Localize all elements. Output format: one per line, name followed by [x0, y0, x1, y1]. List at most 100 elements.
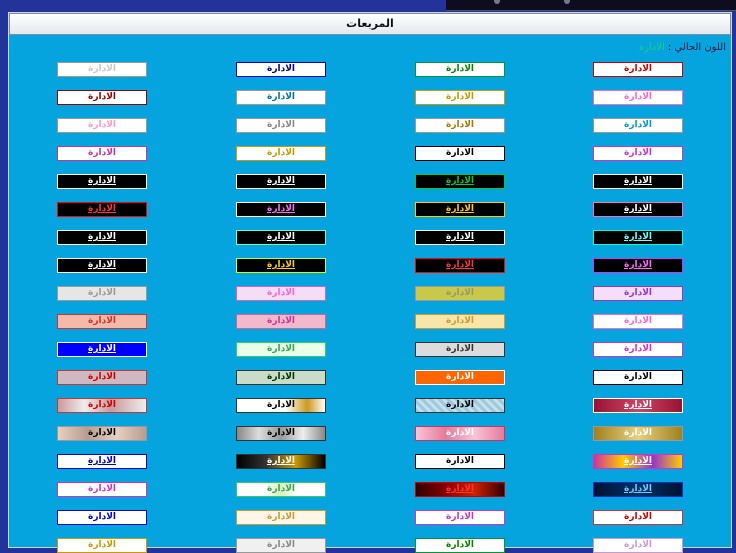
- style-box-r5-c3[interactable]: الادارة: [415, 174, 505, 189]
- style-box-r11-c1[interactable]: الادارة: [57, 342, 147, 357]
- style-box-label: الادارة: [624, 400, 652, 410]
- style-box-r3-c2[interactable]: الادارة: [236, 118, 326, 133]
- style-box-label: الادارة: [88, 456, 116, 466]
- style-box-label: الادارة: [88, 484, 116, 494]
- style-box-r15-c1[interactable]: الادارة: [57, 454, 147, 469]
- style-box-r11-c3[interactable]: الادارة: [415, 342, 505, 357]
- style-box-label: الادارة: [267, 288, 295, 298]
- style-box-r9-c3[interactable]: الادارة: [415, 286, 505, 301]
- style-box-r5-c2[interactable]: الادارة: [236, 174, 326, 189]
- style-box-r16-c3[interactable]: الادارة: [415, 482, 505, 497]
- style-box-r4-c1[interactable]: الادارة: [57, 146, 147, 161]
- style-box-label: الادارة: [624, 372, 652, 382]
- style-box-label: الادارة: [624, 120, 652, 130]
- style-box-r16-c1[interactable]: الادارة: [57, 482, 147, 497]
- style-box-label: الادارة: [88, 92, 116, 102]
- style-box-label: الادارة: [88, 288, 116, 298]
- style-box-r9-c1[interactable]: الادارة: [57, 286, 147, 301]
- style-box-r8-c3[interactable]: الادارة: [415, 258, 505, 273]
- style-box-label: الادارة: [267, 456, 295, 466]
- style-box-r11-c4[interactable]: الادارة: [593, 342, 683, 357]
- style-box-r18-c4[interactable]: الادارة: [593, 538, 683, 553]
- style-box-r3-c4[interactable]: الادارة: [593, 118, 683, 133]
- style-box-label: الادارة: [267, 204, 295, 214]
- style-box-r7-c2[interactable]: الادارة: [236, 230, 326, 245]
- style-box-r13-c1[interactable]: الادارة: [57, 398, 147, 413]
- style-box-r12-c2[interactable]: الادارة: [236, 370, 326, 385]
- style-box-r13-c3[interactable]: الادارة: [415, 398, 505, 413]
- style-box-r10-c4[interactable]: الادارة: [593, 314, 683, 329]
- style-box-r18-c2[interactable]: الادارة: [236, 538, 326, 553]
- style-box-r2-c1[interactable]: الادارة: [57, 90, 147, 105]
- style-box-r6-c3[interactable]: الادارة: [415, 202, 505, 217]
- style-box-r1-c3[interactable]: الادارة: [415, 62, 505, 77]
- style-box-label: الادارة: [624, 484, 652, 494]
- style-box-r7-c1[interactable]: الادارة: [57, 230, 147, 245]
- style-box-r17-c2[interactable]: الادارة: [236, 510, 326, 525]
- style-box-r14-c4[interactable]: الادارة: [593, 426, 683, 441]
- style-box-label: الادارة: [624, 64, 652, 74]
- style-box-label: الادارة: [267, 260, 295, 270]
- style-box-r5-c4[interactable]: الادارة: [593, 174, 683, 189]
- style-box-r8-c4[interactable]: الادارة: [593, 258, 683, 273]
- style-box-r13-c4[interactable]: الادارة: [593, 398, 683, 413]
- style-box-label: الادارة: [624, 148, 652, 158]
- style-box-r6-c2[interactable]: الادارة: [236, 202, 326, 217]
- style-box-r12-c4[interactable]: الادارة: [593, 370, 683, 385]
- style-box-label: الادارة: [88, 64, 116, 74]
- style-box-r7-c3[interactable]: الادارة: [415, 230, 505, 245]
- style-box-r15-c4[interactable]: الادارة: [593, 454, 683, 469]
- style-box-r8-c1[interactable]: الادارة: [57, 258, 147, 273]
- style-box-r14-c3[interactable]: الادارة: [415, 426, 505, 441]
- style-box-r16-c2[interactable]: الادارة: [236, 482, 326, 497]
- style-box-label: الادارة: [267, 316, 295, 326]
- style-box-r11-c2[interactable]: الادارة: [236, 342, 326, 357]
- style-box-label: الادارة: [88, 372, 116, 382]
- style-box-r10-c1[interactable]: الادارة: [57, 314, 147, 329]
- style-box-r2-c4[interactable]: الادارة: [593, 90, 683, 105]
- style-box-r5-c1[interactable]: الادارة: [57, 174, 147, 189]
- style-box-r15-c2[interactable]: الادارة: [236, 454, 326, 469]
- style-box-label: الادارة: [267, 232, 295, 242]
- style-box-r8-c2[interactable]: الادارة: [236, 258, 326, 273]
- style-box-r1-c4[interactable]: الادارة: [593, 62, 683, 77]
- style-box-r9-c4[interactable]: الادارة: [593, 286, 683, 301]
- style-box-r17-c1[interactable]: الادارة: [57, 510, 147, 525]
- style-box-r13-c2[interactable]: الادارة: [236, 398, 326, 413]
- style-box-r15-c3[interactable]: الادارة: [415, 454, 505, 469]
- style-box-r14-c1[interactable]: الادارة: [57, 426, 147, 441]
- style-box-r2-c3[interactable]: الادارة: [415, 90, 505, 105]
- style-box-r14-c2[interactable]: الادارة: [236, 426, 326, 441]
- style-box-r4-c4[interactable]: الادارة: [593, 146, 683, 161]
- style-box-r18-c3[interactable]: الادارة: [415, 538, 505, 553]
- style-box-r7-c4[interactable]: الادارة: [593, 230, 683, 245]
- style-box-r12-c1[interactable]: الادارة: [57, 370, 147, 385]
- style-box-r17-c4[interactable]: الادارة: [593, 510, 683, 525]
- style-box-r1-c2[interactable]: الادارة: [236, 62, 326, 77]
- style-box-r6-c4[interactable]: الادارة: [593, 202, 683, 217]
- style-box-label: الادارة: [446, 428, 474, 438]
- style-box-label: الادارة: [267, 512, 295, 522]
- style-box-r16-c4[interactable]: الادارة: [593, 482, 683, 497]
- style-box-r3-c3[interactable]: الادارة: [415, 118, 505, 133]
- style-box-label: الادارة: [267, 372, 295, 382]
- style-box-r6-c1[interactable]: الادارة: [57, 202, 147, 217]
- style-box-r18-c1[interactable]: الادارة: [57, 538, 147, 553]
- style-box-r3-c1[interactable]: الادارة: [57, 118, 147, 133]
- style-box-label: الادارة: [446, 288, 474, 298]
- style-box-r12-c3[interactable]: الادارة: [415, 370, 505, 385]
- style-box-label: الادارة: [446, 148, 474, 158]
- style-box-r1-c1[interactable]: الادارة: [57, 62, 147, 77]
- style-box-label: الادارة: [446, 120, 474, 130]
- style-box-r9-c2[interactable]: الادارة: [236, 286, 326, 301]
- style-box-label: الادارة: [88, 176, 116, 186]
- style-box-label: الادارة: [446, 400, 474, 410]
- style-box-r4-c2[interactable]: الادارة: [236, 146, 326, 161]
- style-box-r10-c3[interactable]: الادارة: [415, 314, 505, 329]
- style-box-label: الادارة: [267, 176, 295, 186]
- style-box-r2-c2[interactable]: الادارة: [236, 90, 326, 105]
- style-box-label: الادارة: [624, 204, 652, 214]
- style-box-r10-c2[interactable]: الادارة: [236, 314, 326, 329]
- style-box-r4-c3[interactable]: الادارة: [415, 146, 505, 161]
- style-box-r17-c3[interactable]: الادارة: [415, 510, 505, 525]
